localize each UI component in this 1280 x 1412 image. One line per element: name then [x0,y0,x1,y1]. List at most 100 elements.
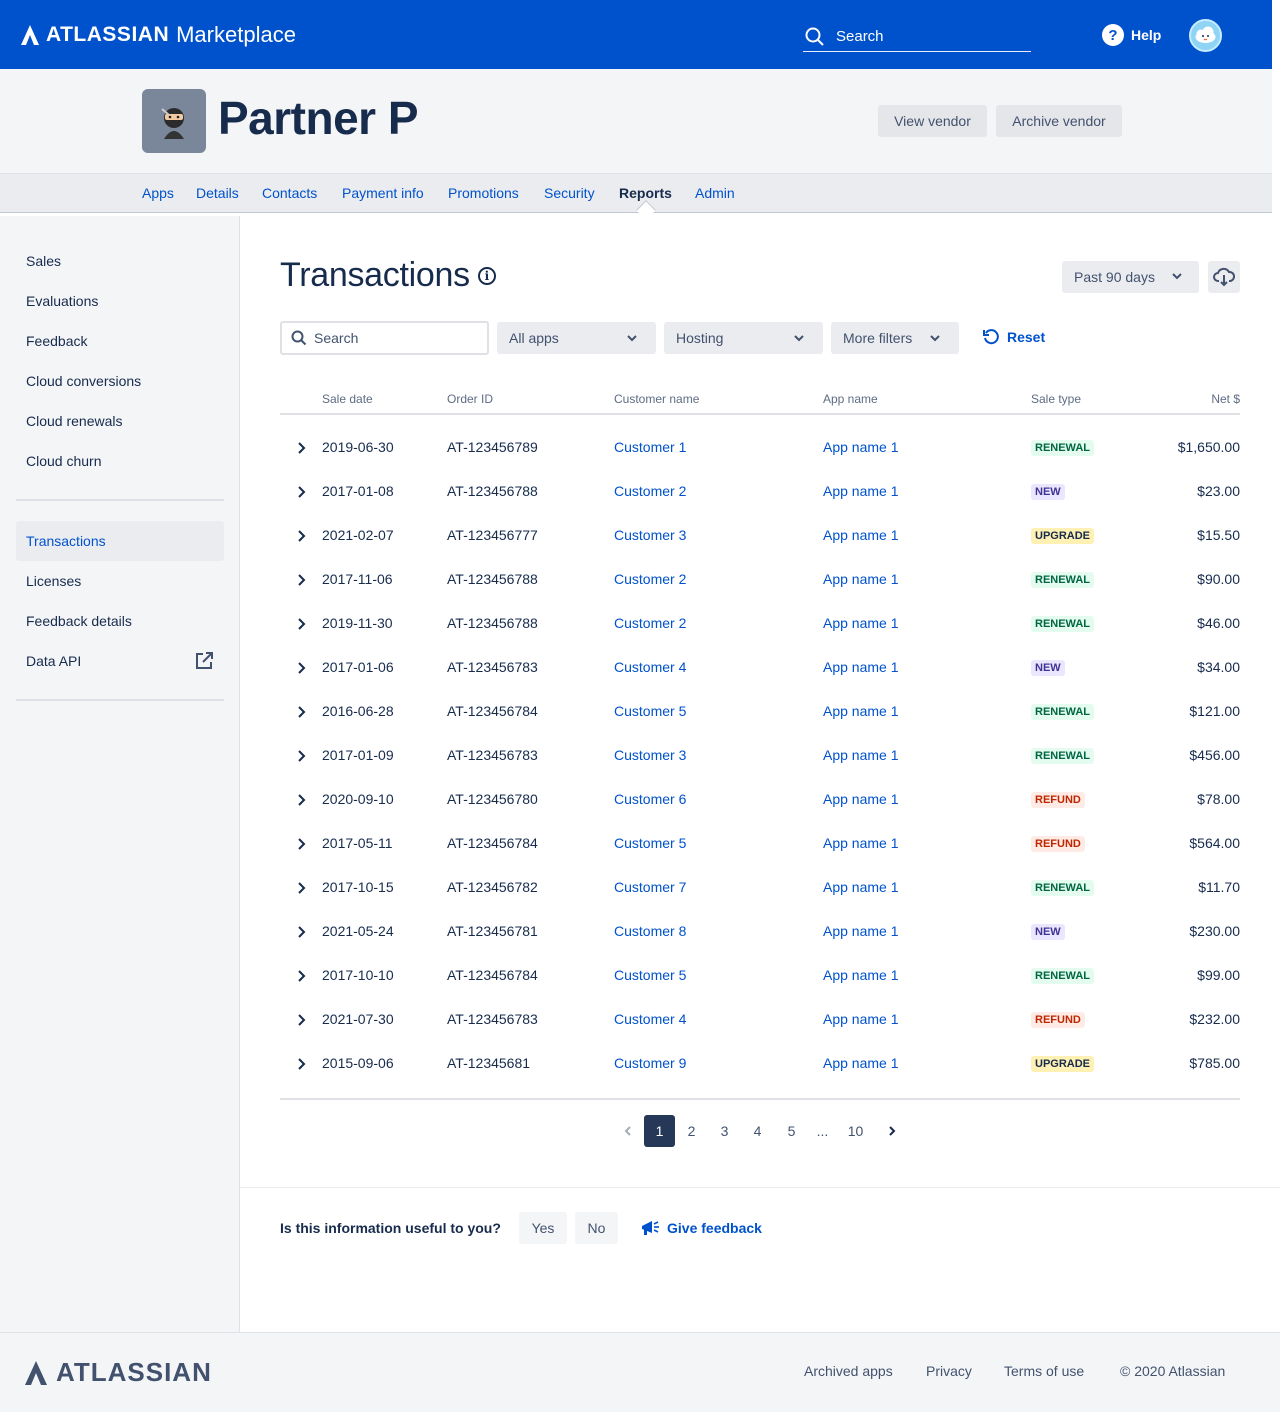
customer-name-link[interactable]: Customer 5 [614,835,686,851]
apps-filter[interactable]: All apps [497,322,656,354]
tab-contacts[interactable]: Contacts [262,185,317,201]
period-select[interactable]: Past 90 days [1062,261,1199,293]
table-row[interactable]: 2017-05-11 AT-123456784 Customer 5 App name… [280,821,1240,865]
app-name-link[interactable]: App name 1 [823,439,899,455]
expand-row-button[interactable] [296,661,306,677]
user-avatar[interactable] [1189,19,1222,52]
help-button[interactable]: ? Help [1102,24,1161,46]
column-header-sale-type[interactable]: Sale type [1031,392,1081,406]
transactions-search[interactable] [280,321,489,355]
expand-row-button[interactable] [296,485,306,501]
tab-details[interactable]: Details [196,185,239,201]
column-header-app-name[interactable]: App name [823,392,878,406]
next-page-button[interactable] [876,1115,907,1147]
customer-name-link[interactable]: Customer 7 [614,879,686,895]
customer-name-link[interactable]: Customer 3 [614,747,686,763]
app-name-link[interactable]: App name 1 [823,1011,899,1027]
table-row[interactable]: 2015-09-06 AT-12345681 Customer 9 App name … [280,1041,1240,1085]
column-header-sale-date[interactable]: Sale date [322,392,373,406]
tab-promotions[interactable]: Promotions [448,185,519,201]
page-button-5[interactable]: 5 [776,1115,807,1147]
marketplace-logo[interactable]: ATLASSIAN Marketplace [20,20,296,50]
sidebar-item-licenses[interactable]: Licenses [16,561,224,601]
app-name-link[interactable]: App name 1 [823,571,899,587]
sidebar-item-cloud-churn[interactable]: Cloud churn [16,441,224,481]
sidebar-item-cloud-renewals[interactable]: Cloud renewals [16,401,224,441]
app-name-link[interactable]: App name 1 [823,835,899,851]
table-row[interactable]: 2017-11-06 AT-123456788 Customer 2 App name… [280,557,1240,601]
sidebar-item-cloud-conversions[interactable]: Cloud conversions [16,361,224,401]
expand-row-button[interactable] [296,925,306,941]
table-row[interactable]: 2017-10-15 AT-123456782 Customer 7 App name… [280,865,1240,909]
app-name-link[interactable]: App name 1 [823,527,899,543]
sidebar-item-evaluations[interactable]: Evaluations [16,281,224,321]
customer-name-link[interactable]: Customer 4 [614,659,686,675]
table-row[interactable]: 2020-09-10 AT-123456780 Customer 6 App name… [280,777,1240,821]
app-name-link[interactable]: App name 1 [823,483,899,499]
table-row[interactable]: 2016-06-28 AT-123456784 Customer 5 App name… [280,689,1240,733]
expand-row-button[interactable] [296,969,306,985]
page-button-1[interactable]: 1 [644,1115,675,1147]
global-search[interactable]: Search [803,22,1031,52]
expand-row-button[interactable] [296,1013,306,1029]
customer-name-link[interactable]: Customer 2 [614,483,686,499]
expand-row-button[interactable] [296,793,306,809]
table-row[interactable]: 2017-01-09 AT-123456783 Customer 3 App name… [280,733,1240,777]
expand-row-button[interactable] [296,529,306,545]
feedback-yes-button[interactable]: Yes [519,1212,567,1244]
customer-name-link[interactable]: Customer 6 [614,791,686,807]
expand-row-button[interactable] [296,881,306,897]
sidebar-item-feedback-details[interactable]: Feedback details [16,601,224,641]
column-header-customer-name[interactable]: Customer name [614,392,699,406]
app-name-link[interactable]: App name 1 [823,791,899,807]
expand-row-button[interactable] [296,1057,306,1073]
table-row[interactable]: 2021-07-30 AT-123456783 Customer 4 App name… [280,997,1240,1041]
table-row[interactable]: 2021-02-07 AT-123456777 Customer 3 App name… [280,513,1240,557]
expand-row-button[interactable] [296,837,306,853]
table-row[interactable]: 2017-10-10 AT-123456784 Customer 5 App name… [280,953,1240,997]
app-name-link[interactable]: App name 1 [823,703,899,719]
footer-link-terms[interactable]: Terms of use [1004,1363,1084,1379]
table-row[interactable]: 2017-01-06 AT-123456783 Customer 4 App name… [280,645,1240,689]
archive-vendor-button[interactable]: Archive vendor [996,105,1122,137]
give-feedback-link[interactable]: Give feedback [640,1219,762,1237]
footer-link-archived-apps[interactable]: Archived apps [804,1363,893,1379]
hosting-filter[interactable]: Hosting [664,322,823,354]
sidebar-item-transactions[interactable]: Transactions [16,521,224,561]
download-button[interactable] [1208,261,1240,293]
app-name-link[interactable]: App name 1 [823,923,899,939]
footer-link-privacy[interactable]: Privacy [926,1363,972,1379]
table-row[interactable]: 2019-11-30 AT-123456788 Customer 2 App name… [280,601,1240,645]
sidebar-item-data-api[interactable]: Data API [16,641,224,681]
customer-name-link[interactable]: Customer 5 [614,703,686,719]
tab-security[interactable]: Security [544,185,595,201]
table-row[interactable]: 2021-05-24 AT-123456781 Customer 8 App name… [280,909,1240,953]
customer-name-link[interactable]: Customer 4 [614,1011,686,1027]
view-vendor-button[interactable]: View vendor [878,105,987,137]
footer-logo[interactable]: ATLASSIAN [24,1357,212,1388]
expand-row-button[interactable] [296,441,306,457]
customer-name-link[interactable]: Customer 3 [614,527,686,543]
app-name-link[interactable]: App name 1 [823,747,899,763]
sidebar-item-sales[interactable]: Sales [16,241,224,281]
reset-button[interactable]: Reset [982,328,1045,346]
more-filters[interactable]: More filters [831,322,959,354]
previous-page-button[interactable] [612,1115,643,1147]
app-name-link[interactable]: App name 1 [823,659,899,675]
app-name-link[interactable]: App name 1 [823,1055,899,1071]
customer-name-link[interactable]: Customer 9 [614,1055,686,1071]
app-name-link[interactable]: App name 1 [823,879,899,895]
tab-reports[interactable]: Reports [619,185,672,201]
search-input[interactable] [314,330,474,346]
column-header-net[interactable]: Net $ [1211,392,1240,406]
app-name-link[interactable]: App name 1 [823,967,899,983]
tab-admin[interactable]: Admin [695,185,735,201]
tab-payment-info[interactable]: Payment info [342,185,424,201]
page-button-3[interactable]: 3 [709,1115,740,1147]
feedback-no-button[interactable]: No [575,1212,618,1244]
expand-row-button[interactable] [296,617,306,633]
customer-name-link[interactable]: Customer 5 [614,967,686,983]
expand-row-button[interactable] [296,749,306,765]
expand-row-button[interactable] [296,573,306,589]
column-header-order-id[interactable]: Order ID [447,392,493,406]
